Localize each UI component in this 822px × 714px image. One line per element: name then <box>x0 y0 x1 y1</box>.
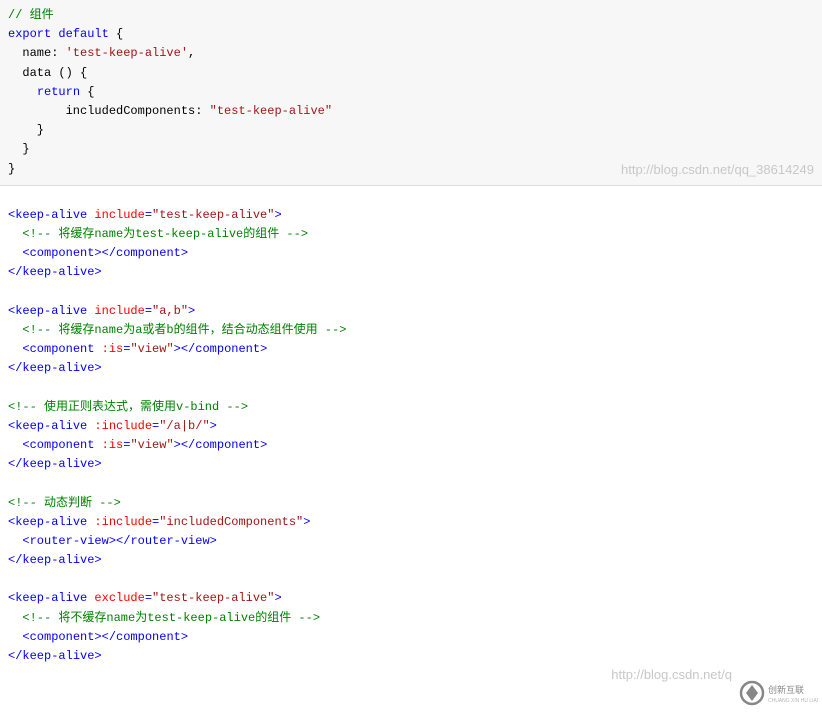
tag: component <box>30 246 95 260</box>
tag: > <box>94 457 101 471</box>
tag: keep-alive <box>15 591 87 605</box>
tag: component <box>116 630 181 644</box>
str: "includedComponents" <box>159 515 303 529</box>
code-text: , <box>188 46 195 60</box>
tag: component <box>195 438 260 452</box>
tag: keep-alive <box>22 457 94 471</box>
tag: component <box>30 438 95 452</box>
tag: > <box>188 304 195 318</box>
tag: keep-alive <box>15 515 87 529</box>
logo-icon: 创新互联CHUANG XIN HU LIAN <box>738 659 818 687</box>
tag: component <box>116 246 181 260</box>
attr: :include <box>87 515 152 529</box>
tag: < <box>8 246 30 260</box>
attr: :is <box>94 438 123 452</box>
tag: component <box>30 630 95 644</box>
tag: > <box>260 438 267 452</box>
str: "view" <box>130 342 173 356</box>
watermark-text: http://blog.csdn.net/qq_38614249 <box>621 160 814 181</box>
tag: > <box>94 553 101 567</box>
tag: keep-alive <box>22 361 94 375</box>
tag: > <box>94 265 101 279</box>
code-text: } <box>8 123 44 137</box>
tag: keep-alive <box>22 265 94 279</box>
tag: component <box>30 342 95 356</box>
tag: > <box>274 208 281 222</box>
attr: :is <box>94 342 123 356</box>
attr: :include <box>87 419 152 433</box>
code-string: 'test-keep-alive' <box>66 46 188 60</box>
code-block-2: <keep-alive include="test-keep-alive"> <… <box>0 200 822 692</box>
tag: </ <box>8 553 22 567</box>
tag: </ <box>8 265 22 279</box>
tag: ></ <box>94 630 116 644</box>
code-text: } <box>8 142 30 156</box>
tag: < <box>8 342 30 356</box>
str: "/a|b/" <box>159 419 209 433</box>
str: "view" <box>130 438 173 452</box>
code-keyword: return <box>37 85 80 99</box>
code-block-1: // 组件 export default { name: 'test-keep-… <box>0 0 822 186</box>
tag: > <box>181 630 188 644</box>
code-text: { <box>80 85 94 99</box>
comment: <!-- 将缓存name为test-keep-alive的组件 --> <box>8 227 308 241</box>
comment: <!-- 动态判断 --> <box>8 496 121 510</box>
tag: < <box>8 534 30 548</box>
code-text <box>8 85 37 99</box>
tag: keep-alive <box>15 208 87 222</box>
tag: = <box>145 208 152 222</box>
code-text: data () { <box>8 66 87 80</box>
tag: > <box>210 419 217 433</box>
comment: <!-- 使用正则表达式，需使用v-bind --> <box>8 400 248 414</box>
tag: </ <box>8 649 22 663</box>
tag: ></ <box>174 438 196 452</box>
tag: > <box>210 534 217 548</box>
comment: <!-- 将不缓存name为test-keep-alive的组件 --> <box>8 611 320 625</box>
attr: include <box>87 304 145 318</box>
code-string: "test-keep-alive" <box>210 104 332 118</box>
tag: > <box>274 591 281 605</box>
tag: > <box>260 342 267 356</box>
tag: router-view <box>130 534 209 548</box>
str: "test-keep-alive" <box>152 591 274 605</box>
code-text: { <box>109 27 123 41</box>
tag: > <box>94 649 101 663</box>
tag: keep-alive <box>22 649 94 663</box>
str: "a,b" <box>152 304 188 318</box>
code-text: name: <box>8 46 66 60</box>
tag: ></ <box>174 342 196 356</box>
tag: component <box>195 342 260 356</box>
tag: < <box>8 438 30 452</box>
svg-text:创新互联: 创新互联 <box>768 684 804 695</box>
attr: exclude <box>87 591 145 605</box>
svg-text:CHUANG XIN HU LIAN: CHUANG XIN HU LIAN <box>768 698 818 704</box>
tag: keep-alive <box>15 304 87 318</box>
tag: router-view <box>30 534 109 548</box>
tag: > <box>181 246 188 260</box>
tag: = <box>145 591 152 605</box>
watermark-text: http://blog.csdn.net/q <box>611 665 732 686</box>
tag: > <box>94 361 101 375</box>
tag: keep-alive <box>15 419 87 433</box>
tag: </ <box>8 361 22 375</box>
code-text: } <box>8 162 15 176</box>
tag: </ <box>8 457 22 471</box>
tag: > <box>303 515 310 529</box>
tag: ></ <box>94 246 116 260</box>
tag: keep-alive <box>22 553 94 567</box>
comment: <!-- 将缓存name为a或者b的组件，结合动态组件使用 --> <box>8 323 346 337</box>
code-text: includedComponents: <box>8 104 210 118</box>
str: "test-keep-alive" <box>152 208 274 222</box>
tag: < <box>8 630 30 644</box>
code-keyword: export default <box>8 27 109 41</box>
code-comment: // 组件 <box>8 8 54 22</box>
tag: ></ <box>109 534 131 548</box>
attr: include <box>87 208 145 222</box>
tag: = <box>145 304 152 318</box>
